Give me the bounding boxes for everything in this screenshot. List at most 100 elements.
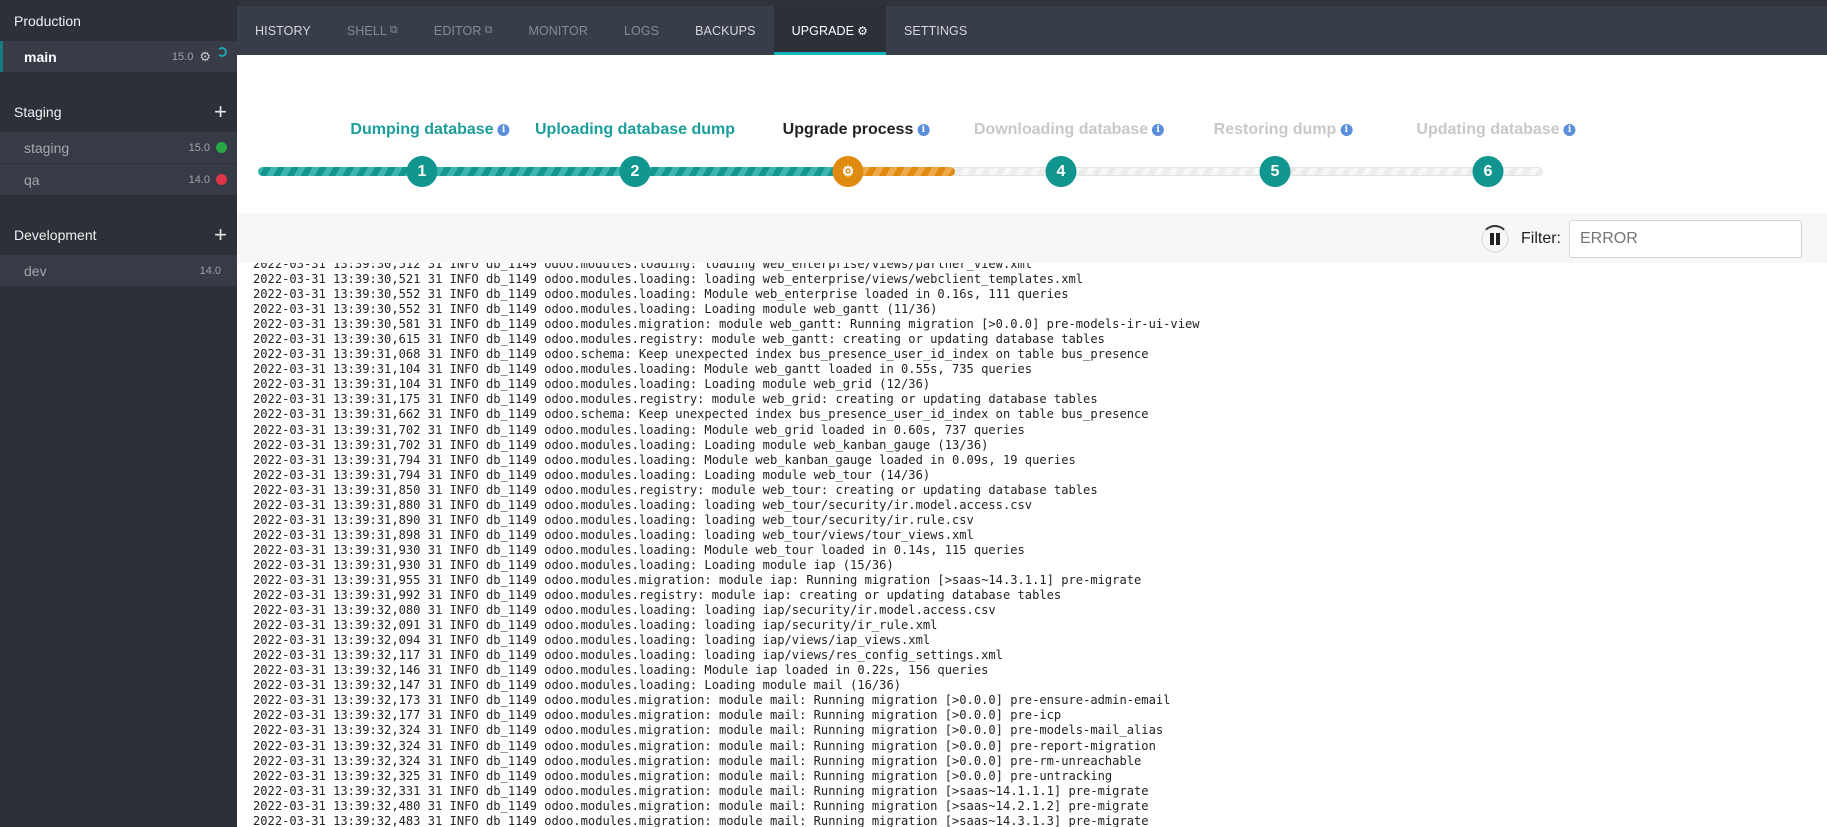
branch-name: main: [24, 48, 57, 65]
log-line: 2022-03-31 13:39:31,890 31 INFO db_1149 …: [253, 512, 974, 527]
log-line: 2022-03-31 13:39:31,898 31 INFO db_1149 …: [253, 527, 974, 542]
tab-history[interactable]: HISTORY: [237, 6, 329, 55]
branch-item-dev[interactable]: dev 14.0: [0, 255, 237, 287]
info-icon[interactable]: i: [1340, 123, 1353, 136]
log-line: 2022-03-31 13:39:30,552 31 INFO db_1149 …: [253, 302, 938, 317]
gear-icon: ⚙: [841, 163, 855, 179]
branch-item-main[interactable]: main 15.0 ⚙: [0, 41, 237, 73]
log-line: 2022-03-31 13:39:30,615 31 INFO db_1149 …: [253, 332, 1105, 347]
log-line: 2022-03-31 13:39:31,702 31 INFO db_1149 …: [253, 422, 1025, 437]
branch-item-staging[interactable]: staging 15.0: [0, 132, 237, 164]
filter-label: Filter:: [1521, 229, 1561, 247]
step-number: 5: [1270, 162, 1280, 180]
tab-shell[interactable]: SHELL ⧉: [329, 6, 416, 55]
log-line: 2022-03-31 13:39:32,117 31 INFO db_1149 …: [253, 648, 1003, 663]
log-line: 2022-03-31 13:39:31,068 31 INFO db_1149 …: [253, 347, 1149, 362]
branch-version: 15.0: [188, 141, 210, 154]
tab-label: LOGS: [623, 23, 660, 38]
tab-logs[interactable]: LOGS: [606, 6, 677, 55]
log-line: 2022-03-31 13:39:30,521 31 INFO db_1149 …: [253, 272, 1084, 287]
building-spinner-icon: [217, 46, 227, 57]
step-label-text: Updating database: [1416, 121, 1560, 138]
step-circle-3: ⚙: [832, 156, 864, 187]
external-link-icon: ⧉: [389, 24, 398, 36]
branch-sidebar: Production main 15.0 ⚙ Staging + staging 15.0 qa…: [0, 0, 237, 827]
step-circle-4: 4: [1045, 156, 1077, 187]
log-line: 2022-03-31 13:39:32,483 31 INFO db_1149 …: [253, 813, 1149, 827]
tab-settings[interactable]: SETTINGS: [886, 6, 985, 55]
step-label-1: Dumping database i: [350, 121, 510, 139]
step-circle-6: 6: [1472, 156, 1504, 187]
tab-label: EDITOR: [433, 23, 482, 38]
tab-label: MONITOR: [528, 23, 588, 38]
group-title: Development: [14, 226, 97, 243]
log-line: 2022-03-31 13:39:31,930 31 INFO db_1149 …: [253, 557, 894, 572]
branch-name: staging: [24, 139, 70, 156]
step-label-text: Downloading database: [973, 121, 1149, 138]
step-label-3: Upgrade process i: [783, 121, 930, 139]
log-line: 2022-03-31 13:39:31,702 31 INFO db_1149 …: [253, 437, 989, 452]
info-icon[interactable]: i: [917, 123, 930, 136]
log-line: 2022-03-31 13:39:32,177 31 INFO db_1149 …: [253, 708, 1062, 723]
pause-button[interactable]: [1481, 224, 1509, 253]
log-line: 2022-03-31 13:39:31,930 31 INFO db_1149 …: [253, 542, 1025, 557]
group-header-development: Development +: [0, 214, 237, 255]
tab-editor[interactable]: EDITOR ⧉: [416, 6, 511, 55]
log-line: 2022-03-31 13:39:31,662 31 INFO db_1149 …: [253, 407, 1149, 422]
status-dot-icon: [216, 142, 227, 153]
step-number: 1: [417, 162, 427, 180]
log-line: 2022-03-31 13:39:32,324 31 INFO db_1149 …: [253, 738, 1156, 753]
info-icon[interactable]: i: [497, 123, 510, 136]
step-label-text: Upgrade process: [782, 121, 914, 138]
log-line: 2022-03-31 13:39:32,325 31 INFO db_1149 …: [253, 768, 1113, 783]
log-output[interactable]: 2022-03-31 13:39:30,512 31 INFO db_1149 …: [237, 263, 1827, 827]
tab-label: HISTORY: [255, 23, 311, 38]
step-circle-2: 2: [619, 156, 651, 187]
step-label-text: Restoring dump: [1213, 121, 1337, 138]
step-number: 4: [1056, 162, 1066, 180]
step-label-2: Uploading database dump: [535, 121, 735, 139]
log-line: 2022-03-31 13:39:32,331 31 INFO db_1149 …: [253, 783, 1149, 798]
info-icon[interactable]: i: [1152, 123, 1165, 136]
log-line: 2022-03-31 13:39:30,512 31 INFO db_1149 …: [253, 263, 1033, 271]
tab-label: SETTINGS: [903, 23, 968, 38]
tab-label: BACKUPS: [695, 23, 756, 38]
tab-label: SHELL: [346, 23, 387, 38]
add-branch-icon[interactable]: +: [214, 223, 227, 246]
step-label-text: Uploading database dump: [534, 121, 736, 138]
step-label-6: Updating database i: [1416, 121, 1576, 139]
branch-name: qa: [24, 171, 40, 188]
log-line: 2022-03-31 13:39:32,324 31 INFO db_1149 …: [253, 723, 1164, 738]
filter-input[interactable]: [1569, 219, 1802, 258]
step-number: 2: [630, 162, 640, 180]
branch-item-qa[interactable]: qa 14.0: [0, 164, 237, 196]
add-branch-icon[interactable]: +: [214, 100, 227, 123]
pause-icon-bar: [1490, 232, 1494, 245]
step-label-5: Restoring dump i: [1214, 121, 1353, 139]
step-circle-1: 1: [406, 156, 438, 187]
tab-monitor[interactable]: MONITOR: [510, 6, 606, 55]
log-line: 2022-03-31 13:39:30,552 31 INFO db_1149 …: [253, 287, 1069, 302]
step-label-4: Downloading database i: [973, 121, 1165, 139]
tab-bar: HISTORY SHELL ⧉ EDITOR ⧉ MONITOR LOGS BACKUPS UP…: [237, 0, 1827, 55]
step-label-text: Dumping database: [350, 121, 494, 138]
log-line: 2022-03-31 13:39:32,324 31 INFO db_1149 …: [253, 753, 1142, 768]
external-link-icon: ⧉: [484, 24, 493, 36]
group-title: Staging: [14, 103, 62, 120]
tab-backups[interactable]: BACKUPS: [677, 6, 773, 55]
branch-version: 15.0: [171, 50, 194, 63]
log-line: 2022-03-31 13:39:31,794 31 INFO db_1149 …: [253, 467, 931, 482]
log-line: 2022-03-31 13:39:32,091 31 INFO db_1149 …: [253, 618, 938, 633]
gear-icon: ⚙: [857, 23, 868, 38]
tab-upgrade[interactable]: UPGRADE ⚙: [773, 6, 887, 55]
step-circle-5: 5: [1259, 156, 1291, 187]
log-line: 2022-03-31 13:39:32,146 31 INFO db_1149 …: [253, 663, 989, 678]
step-number: 6: [1483, 162, 1493, 180]
group-header-staging: Staging +: [0, 91, 237, 132]
log-line: 2022-03-31 13:39:31,104 31 INFO db_1149 …: [253, 377, 931, 392]
info-icon[interactable]: i: [1563, 123, 1576, 136]
progress-track-teal: [258, 167, 848, 176]
log-line: 2022-03-31 13:39:31,955 31 INFO db_1149 …: [253, 572, 1142, 587]
